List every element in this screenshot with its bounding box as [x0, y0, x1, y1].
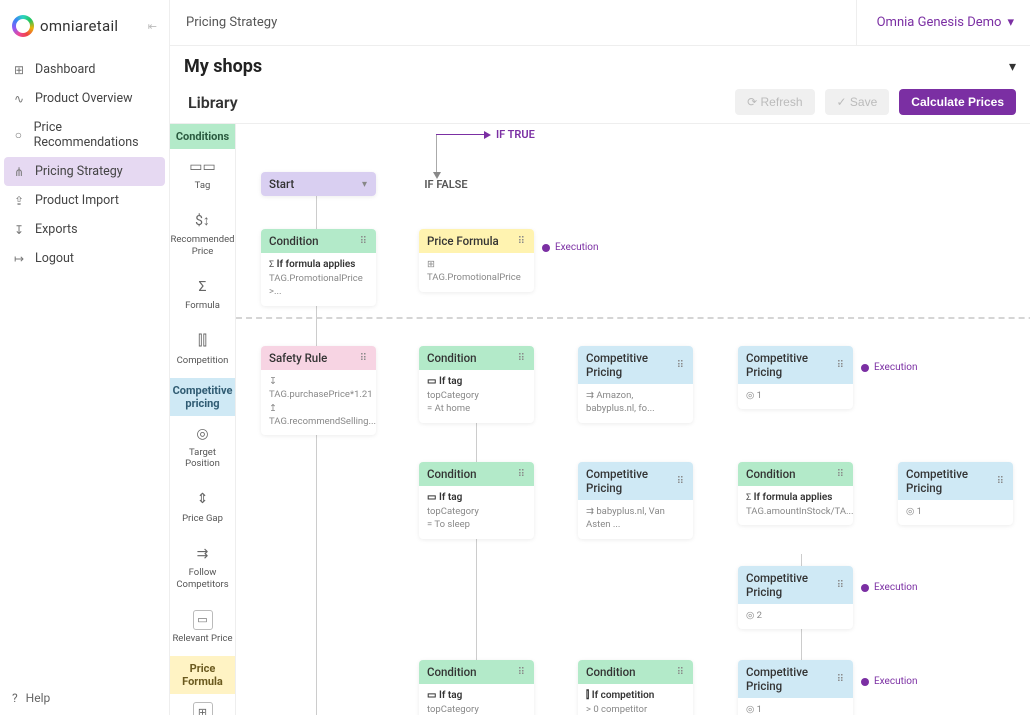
drag-icon[interactable]: ⠿	[677, 360, 685, 371]
node-comp-4[interactable]: Competitive Pricing⠿ ◎ 2	[738, 566, 853, 629]
drag-icon[interactable]: ⠿	[360, 236, 368, 247]
account-selector[interactable]: Omnia Genesis Demo▾	[856, 0, 1014, 45]
node-condition-1[interactable]: Condition⠿ Σ If formula appliesTAG.Promo…	[261, 229, 376, 306]
node-comp-3a[interactable]: Competitive Pricing⠿ ⇉ babyplus.nl, Van …	[578, 462, 693, 539]
node-safety-rule[interactable]: Safety Rule⠿ ↧ TAG.purchasePrice*1.21↥ T…	[261, 346, 376, 435]
sidebar: omniaretail ⇤ ⊞Dashboard ∿Product Overvi…	[0, 0, 170, 715]
lib-relevant-price[interactable]: ▭Relevant Price	[170, 602, 235, 656]
lib-section-competitive: Competitive pricing	[170, 378, 235, 416]
nav-dashboard[interactable]: ⊞Dashboard	[0, 55, 169, 84]
chevron-down-icon[interactable]: ▾	[362, 179, 368, 190]
lib-target-position[interactable]: ◎Target Position	[170, 416, 235, 482]
grid-icon: ⊞	[12, 63, 26, 77]
legend: IF TRUE IF FALSE	[436, 134, 556, 174]
execution-label: Execution	[861, 362, 918, 373]
node-comp-5c[interactable]: Competitive Pricing⠿ ◎ 1	[738, 660, 853, 715]
drag-icon[interactable]: ⠿	[518, 353, 526, 364]
drag-icon[interactable]: ⠿	[837, 580, 845, 591]
logo: omniaretail ⇤	[0, 0, 169, 55]
node-condition-5[interactable]: Condition⠿ ▭ If tagtopCategory= Textile	[419, 660, 534, 715]
node-condition-5b[interactable]: Condition⠿ ⫿ If competition> 0 competito…	[578, 660, 693, 715]
help-icon: ?	[12, 691, 18, 705]
price-icon: $↕	[193, 211, 213, 231]
lib-price-gap[interactable]: ⇕Price Gap	[170, 482, 235, 536]
separator	[236, 317, 1030, 319]
tag-icon: ▭▭	[193, 157, 213, 177]
shop-title: My shops	[184, 56, 262, 77]
node-condition-2[interactable]: Condition⠿ ▭ If tagtopCategory= At home	[419, 346, 534, 423]
lib-section-price-formula: Price Formula	[170, 656, 235, 694]
brand-text: omniaretail	[40, 17, 118, 35]
drag-icon[interactable]: ⠿	[837, 360, 845, 371]
sigma-icon: Σ	[193, 277, 213, 297]
logo-icon	[12, 15, 34, 37]
library-title: Library	[184, 93, 238, 112]
target-icon: ◎	[193, 424, 213, 444]
breadcrumb: Pricing Strategy	[186, 15, 277, 30]
drag-icon[interactable]: ⠿	[677, 476, 685, 487]
lib-competition[interactable]: ⫿⫿Competition	[170, 324, 235, 378]
nav-logout[interactable]: ↦Logout	[0, 244, 169, 273]
save-button[interactable]: ✓ Save	[825, 89, 890, 115]
drag-icon[interactable]: ⠿	[997, 476, 1005, 487]
lib-price-formula[interactable]: ⊞Price Formula	[170, 694, 235, 715]
node-price-formula-1[interactable]: Price Formula⠿ ⊞ TAG.PromotionalPrice	[419, 229, 534, 292]
node-comp-2b[interactable]: Competitive Pricing⠿ ◎ 1	[738, 346, 853, 409]
chart-icon: ∿	[12, 92, 26, 106]
lib-section-conditions: Conditions	[170, 124, 235, 149]
collapse-icon[interactable]: ⇤	[148, 20, 157, 33]
lib-follow-competitors[interactable]: ⇉Follow Competitors	[170, 536, 235, 602]
main: Pricing Strategy Omnia Genesis Demo▾ My …	[170, 0, 1030, 715]
nav-exports[interactable]: ↧Exports	[0, 215, 169, 244]
nav: ⊞Dashboard ∿Product Overview ○Price Reco…	[0, 55, 169, 681]
download-icon: ↧	[12, 223, 26, 237]
lib-recommended-price[interactable]: $↕Recommended Price	[170, 203, 235, 269]
nav-product-overview[interactable]: ∿Product Overview	[0, 84, 169, 113]
nav-pricing-strategy[interactable]: ⋔Pricing Strategy	[4, 157, 165, 186]
gap-icon: ⇕	[193, 490, 213, 510]
node-condition-3[interactable]: Condition⠿ ▭ If tagtopCategory= To sleep	[419, 462, 534, 539]
tree-icon: ⋔	[12, 165, 26, 179]
logout-icon: ↦	[12, 252, 26, 266]
lib-tag[interactable]: ▭▭Tag	[170, 149, 235, 203]
shop-caret-icon[interactable]: ▾	[1009, 59, 1016, 75]
drag-icon[interactable]: ⠿	[518, 667, 526, 678]
refresh-button[interactable]: ⟳ Refresh	[735, 89, 814, 115]
drag-icon[interactable]: ⠿	[837, 469, 845, 480]
lib-formula[interactable]: ΣFormula	[170, 269, 235, 323]
canvas[interactable]: IF TRUE IF FALSE Start▾	[236, 124, 1030, 715]
execution-label: Execution	[542, 242, 599, 253]
chevron-down-icon: ▾	[1007, 15, 1014, 30]
toolbar: Library ⟳ Refresh ✓ Save Calculate Price…	[170, 85, 1030, 124]
node-comp-3c[interactable]: Competitive Pricing⠿ ◎ 1	[898, 462, 1013, 525]
workspace: Conditions ▭▭Tag $↕Recommended Price ΣFo…	[170, 124, 1030, 715]
nav-product-import[interactable]: ⇪Product Import	[0, 186, 169, 215]
shop-row: My shops ▾	[170, 46, 1030, 85]
node-comp-2a[interactable]: Competitive Pricing⠿ ⇉ Amazon, babyplus.…	[578, 346, 693, 423]
nav-price-recommendations[interactable]: ○Price Recommendations	[0, 113, 169, 157]
bars-icon: ⫿⫿	[193, 332, 213, 352]
drag-icon[interactable]: ⠿	[837, 674, 845, 685]
formula-icon: ⊞	[193, 702, 213, 715]
calculate-button[interactable]: Calculate Prices	[899, 89, 1016, 115]
drag-icon[interactable]: ⠿	[677, 667, 685, 678]
execution-label: Execution	[861, 676, 918, 687]
drag-icon[interactable]: ⠿	[518, 469, 526, 480]
help-link[interactable]: ?Help	[0, 681, 169, 715]
library-panel: Conditions ▭▭Tag $↕Recommended Price ΣFo…	[170, 124, 236, 715]
doc-icon: ▭	[193, 610, 213, 630]
circle-icon: ○	[12, 128, 25, 142]
node-condition-3b[interactable]: Condition⠿ Σ If formula appliesTAG.amoun…	[738, 462, 853, 525]
upload-icon: ⇪	[12, 194, 26, 208]
drag-icon[interactable]: ⠿	[518, 236, 526, 247]
execution-label: Execution	[861, 582, 918, 593]
topbar: Pricing Strategy Omnia Genesis Demo▾	[170, 0, 1030, 46]
follow-icon: ⇉	[193, 544, 213, 564]
drag-icon[interactable]: ⠿	[360, 353, 368, 364]
node-start[interactable]: Start▾	[261, 172, 376, 196]
